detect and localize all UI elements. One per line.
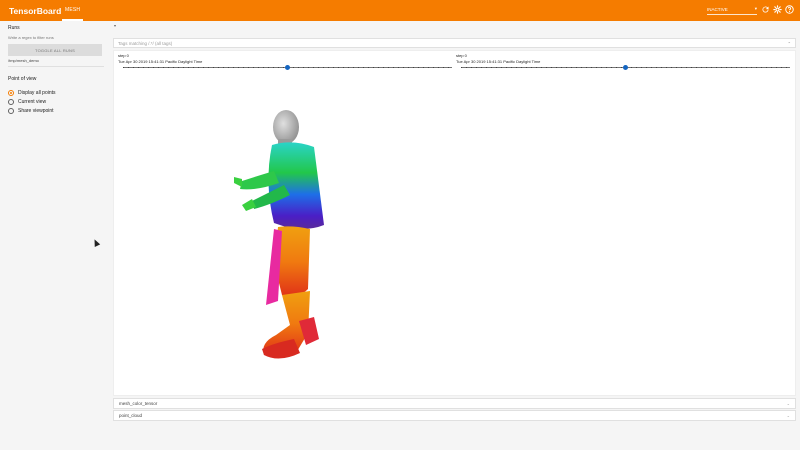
tag-row-point-cloud[interactable]: point_cloud ⌄ [113,410,796,421]
tag-filter-input[interactable]: Tags matching /.*/ (all tags) ⌃ [113,38,796,48]
gear-icon[interactable] [772,4,783,15]
step-label: step 0 [118,53,129,58]
collapse-sidebar-icon[interactable]: ▾ [114,23,116,28]
mesh-figure [234,110,324,359]
sidebar: Runs Write a regex to filter runs TOGGLE… [0,21,110,450]
expand-icon[interactable]: ⌄ [787,401,790,406]
help-icon[interactable] [784,4,795,15]
tag-filter-label: Tags matching /.*/ (all tags) [118,40,173,46]
radio-unchecked-icon [8,99,14,105]
divider [8,66,104,67]
slider-thumb[interactable] [623,65,628,70]
radio-unchecked-icon [8,108,14,114]
radio-label: Display all points [18,90,56,96]
step-info-right: step 0 Tue Apr 30 2019 15:41:31 Pacific … [456,53,540,64]
radio-share-viewpoint[interactable]: Share viewpoint [8,108,54,114]
chevron-down-icon: ▾ [754,6,757,11]
mesh-card: step 0 Tue Apr 30 2019 15:41:31 Pacific … [113,50,796,396]
point-cloud-viewport-right[interactable] [455,73,795,395]
status-label: INACTIVE [707,6,728,12]
tag-row-label: mesh_color_tensor [119,401,158,406]
tab-mesh[interactable]: MESH [62,0,84,21]
step-slider-right[interactable] [461,65,790,70]
radio-display-all-points[interactable]: Display all points [8,90,56,96]
radio-checked-icon [8,90,14,96]
point-cloud-figure [591,109,663,357]
slider-thumb[interactable] [285,65,290,70]
chevron-up-icon[interactable]: ⌃ [788,41,791,46]
run-filter-input[interactable]: Write a regex to filter runs [8,35,54,40]
run-name[interactable]: /tmp/mesh_demo [8,58,39,63]
app-title: TensorBoard [9,5,62,16]
reload-status-select[interactable]: INACTIVE ▾ [707,4,757,15]
tag-row-mesh-color-tensor[interactable]: mesh_color_tensor ⌄ [113,398,796,409]
mesh-viewport-left[interactable] [114,73,454,395]
refresh-icon[interactable] [760,4,771,15]
radio-label: Share viewpoint [18,108,54,114]
step-slider-left[interactable] [123,65,452,70]
point-of-view-title: Point of view [8,76,37,82]
step-label: step 0 [456,53,467,58]
step-date: Tue Apr 30 2019 15:41:31 Pacific Dayligh… [118,59,203,64]
step-info-left: step 0 Tue Apr 30 2019 15:41:31 Pacific … [118,53,202,64]
runs-title: Runs [8,25,20,31]
radio-current-view[interactable]: Current view [8,99,46,105]
radio-label: Current view [18,99,47,105]
toggle-all-runs-button[interactable]: TOGGLE ALL RUNS [8,44,102,56]
top-toolbar: TensorBoard MESH INACTIVE ▾ [0,0,800,21]
expand-icon[interactable]: ⌄ [787,413,790,418]
step-date: Tue Apr 30 2019 15:41:31 Pacific Dayligh… [456,59,541,64]
tag-row-label: point_cloud [119,413,143,418]
